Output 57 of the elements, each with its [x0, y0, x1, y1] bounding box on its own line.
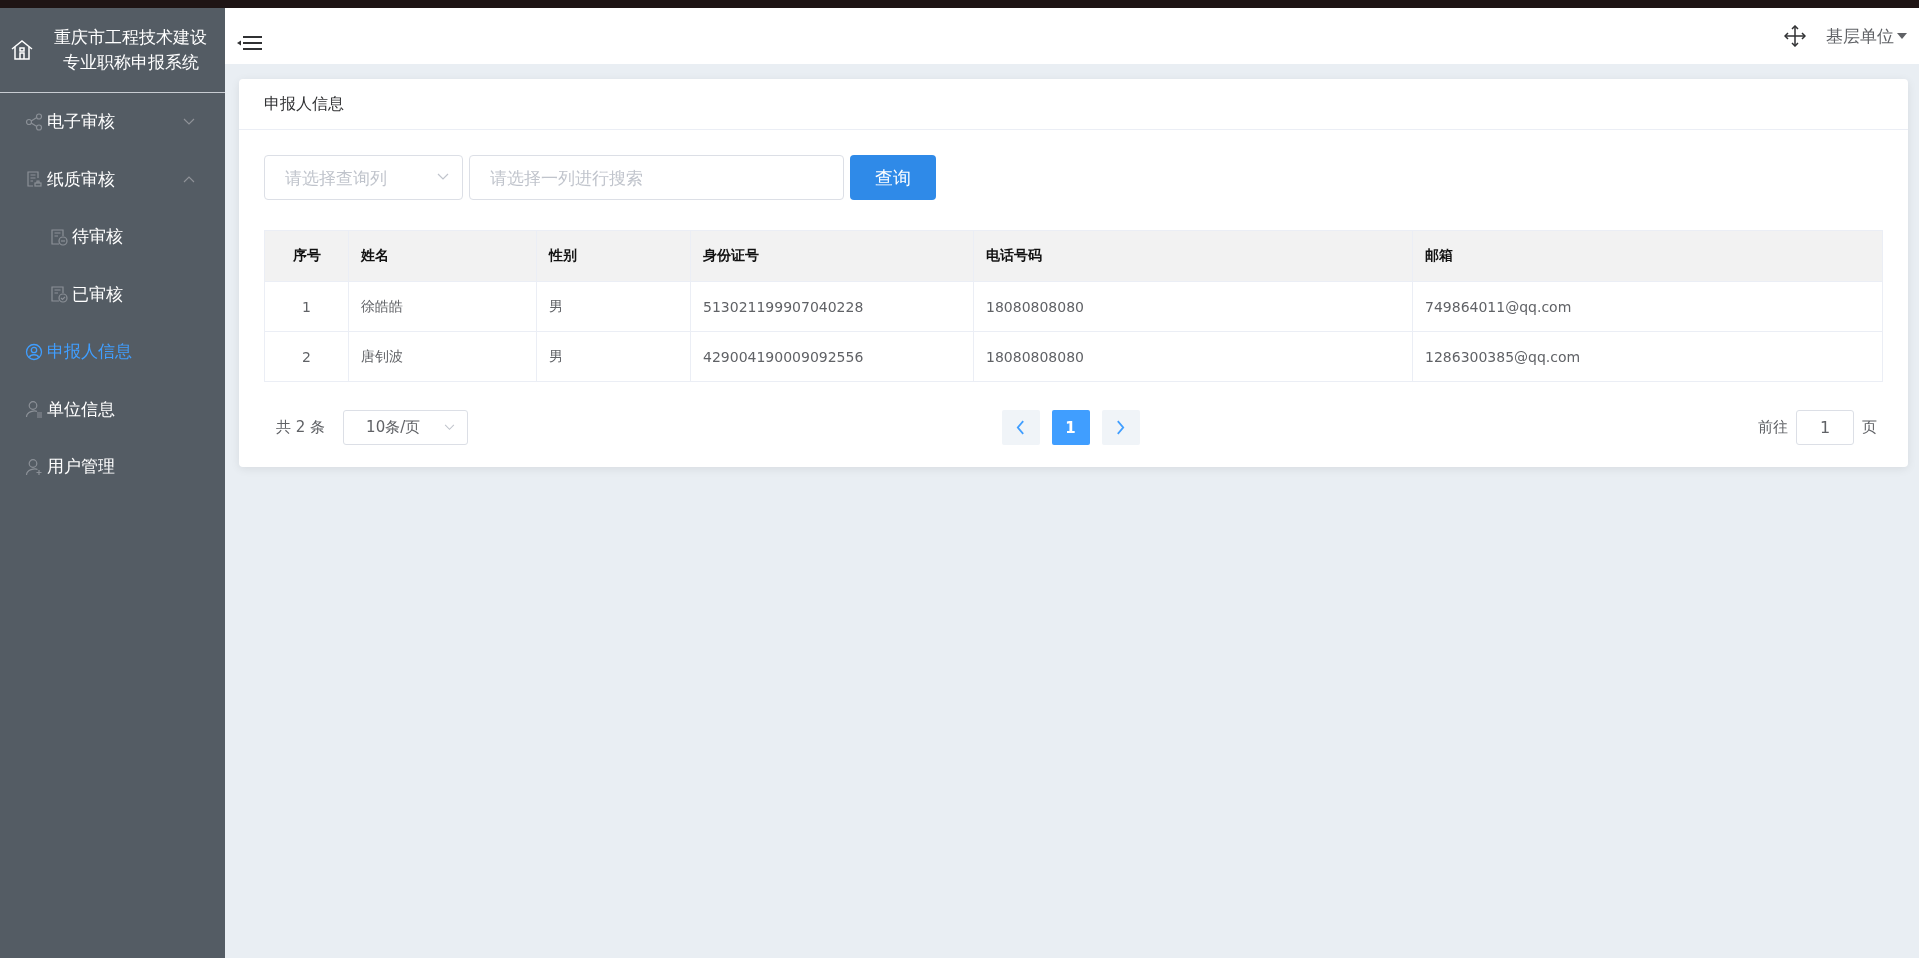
table-cell: 男 [536, 281, 691, 332]
table-cell: 唐钊波 [348, 331, 537, 382]
document-check-icon [50, 285, 68, 304]
table-cell: 1 [264, 281, 349, 332]
menu-icon[interactable] [237, 34, 263, 52]
menu-label: 单位信息 [47, 397, 116, 421]
page-size-select[interactable]: 10条/页 [343, 410, 469, 445]
system-title: 重庆市工程技术建设 [53, 26, 208, 49]
query-button[interactable]: 查询 [850, 155, 936, 200]
column-header: 电话号码 [973, 230, 1413, 282]
menu-item[interactable]: 用户管理 [0, 438, 225, 496]
menu-item[interactable]: 电子审核 [0, 93, 225, 151]
chevron-left-icon [1016, 420, 1025, 435]
user-list-icon [25, 400, 43, 419]
home-icon[interactable] [10, 38, 34, 62]
goto-label: 前往 [1758, 418, 1788, 437]
menu-item[interactable]: 纸质审核 [0, 150, 225, 208]
document-stamp-icon [25, 170, 43, 189]
menu-label: 待审核 [72, 225, 124, 249]
column-header: 性别 [536, 230, 691, 282]
total-count: 共 2 条 [276, 418, 326, 437]
chevron-down-icon [437, 173, 449, 181]
fullscreen-move-icon[interactable] [1784, 25, 1806, 47]
column-header: 序号 [264, 230, 349, 282]
card-title: 申报人信息 [264, 93, 344, 115]
column-header: 姓名 [348, 230, 537, 282]
column-header: 身份证号 [690, 230, 974, 282]
caret-down-icon [1897, 33, 1907, 39]
table-cell: 749864011@qq.com [1412, 281, 1883, 332]
search-field[interactable]: 请选择一列进行搜索 [469, 155, 844, 200]
user-dropdown[interactable]: 基层单位 [1826, 24, 1907, 48]
page-suffix: 页 [1862, 418, 1877, 437]
user-add-icon [25, 457, 43, 476]
menu-label: 电子审核 [47, 110, 116, 134]
user-circle-icon [25, 342, 43, 361]
menu-label: 纸质审核 [47, 167, 116, 191]
share-nodes-icon [25, 112, 43, 131]
table-cell: 18080808080 [973, 331, 1413, 382]
table-cell: 513021199907040228 [690, 281, 974, 332]
column-select[interactable]: 请选择查询列 [264, 155, 463, 200]
table-cell: 2 [264, 331, 349, 382]
table-cell: 徐皓皓 [348, 281, 537, 332]
menu-label: 已审核 [72, 282, 124, 306]
table-cell: 429004190009092556 [690, 331, 974, 382]
submenu-item[interactable]: 待审核 [0, 208, 225, 266]
menu-label: 申报人信息 [47, 340, 133, 364]
menu-label: 用户管理 [47, 455, 116, 479]
table-cell: 男 [536, 331, 691, 382]
table-cell: 18080808080 [973, 281, 1413, 332]
column-header: 邮箱 [1412, 230, 1883, 282]
menu-item[interactable]: 单位信息 [0, 380, 225, 438]
chevron-down-icon [444, 424, 456, 431]
system-title: 专业职称申报系统 [61, 51, 200, 74]
table-cell: 1286300385@qq.com [1412, 331, 1883, 382]
goto-page-field[interactable]: 1 [1796, 410, 1854, 445]
submenu-item[interactable]: 已审核 [0, 265, 225, 323]
chevron-right-icon [1116, 420, 1125, 435]
